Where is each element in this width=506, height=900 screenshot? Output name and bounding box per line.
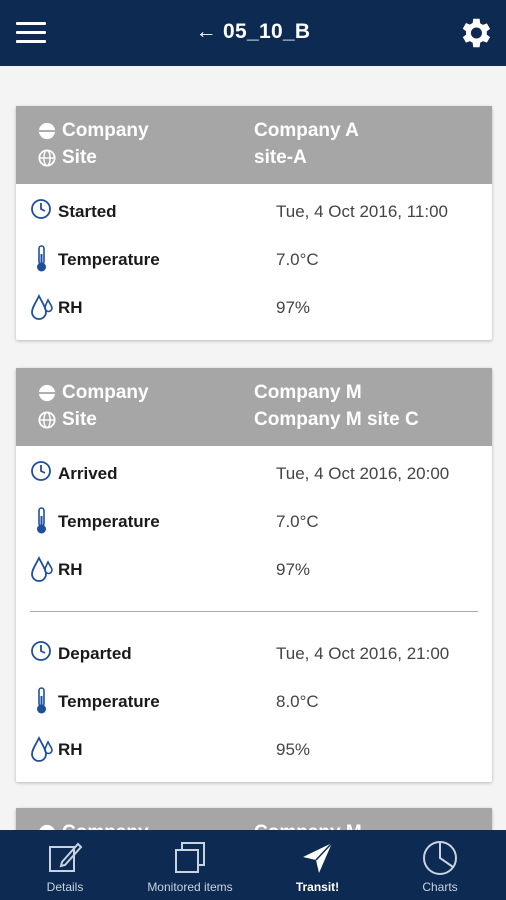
clock-icon	[31, 199, 51, 219]
site-value: site-A	[254, 147, 307, 168]
thermometer-icon	[37, 507, 46, 534]
globe-icon	[38, 149, 56, 167]
company-label: Company	[62, 382, 149, 403]
temperature-row: Temperature 7.0°C	[30, 244, 492, 274]
rh-row: RH 97%	[30, 292, 492, 322]
card-header: Company Site Company A site-A	[16, 106, 492, 184]
event-label: Arrived	[58, 464, 118, 483]
event-label: Departed	[58, 644, 132, 663]
site-card: Company Site Company A site-A Started Tu…	[16, 106, 492, 340]
card-header: Company Site Company M Company M site C	[16, 368, 492, 446]
company-value: Company M	[254, 820, 362, 830]
send-icon	[302, 842, 333, 873]
tab-monitored-items-label: Monitored items	[147, 880, 233, 894]
temperature-label: Temperature	[58, 250, 160, 269]
event-value: Tue, 4 Oct 2016, 21:00	[276, 644, 450, 663]
tab-charts[interactable]: Charts	[395, 830, 485, 900]
rh-label: RH	[58, 560, 83, 579]
clock-icon	[31, 641, 51, 661]
rh-value: 97%	[276, 298, 311, 317]
site-value: Company M site C	[254, 409, 419, 430]
rh-row: RH 97%	[30, 554, 492, 584]
humidity-icon	[31, 735, 53, 762]
rh-label: RH	[58, 298, 83, 317]
tab-charts-label: Charts	[422, 880, 458, 894]
tab-details-label: Details	[46, 880, 84, 894]
temperature-row: Temperature 8.0°C	[30, 686, 492, 716]
rh-label: RH	[58, 740, 83, 759]
company-label: Company	[62, 120, 149, 141]
thermometer-icon	[37, 687, 46, 714]
event-row: Started Tue, 4 Oct 2016, 11:00	[30, 196, 492, 226]
temperature-value: 7.0°C	[276, 512, 319, 531]
site-card: Company Company M	[16, 808, 492, 830]
edit-icon	[49, 842, 83, 872]
event-row: Arrived Tue, 4 Oct 2016, 20:00	[30, 458, 492, 488]
tab-details[interactable]: Details	[20, 830, 110, 900]
site-card: Company Site Company M Company M site C …	[16, 368, 492, 782]
tab-monitored-items[interactable]: Monitored items	[130, 830, 250, 900]
copy-icon	[175, 842, 205, 873]
rh-value: 95%	[276, 740, 311, 759]
thermometer-icon	[37, 245, 46, 272]
top-app-bar: ← 05_10_B	[0, 0, 506, 66]
pie-chart-icon	[423, 841, 457, 875]
company-icon	[38, 384, 56, 402]
temperature-row: Temperature 7.0°C	[30, 506, 492, 536]
temperature-value: 8.0°C	[276, 692, 319, 711]
company-label: Company	[62, 822, 149, 830]
rh-value: 97%	[276, 560, 311, 579]
tab-transit-label: Transit!	[295, 880, 340, 894]
rh-row: RH 95%	[30, 734, 492, 764]
gear-icon[interactable]	[456, 14, 494, 52]
temperature-label: Temperature	[58, 692, 160, 711]
company-icon	[38, 122, 56, 140]
event-value: Tue, 4 Oct 2016, 11:00	[276, 202, 449, 221]
clock-icon	[31, 461, 51, 481]
globe-icon	[38, 411, 56, 429]
site-label: Site	[62, 409, 97, 430]
event-label: Started	[58, 202, 117, 221]
event-value: Tue, 4 Oct 2016, 20:00	[276, 464, 450, 483]
event-row: Departed Tue, 4 Oct 2016, 21:00	[30, 638, 492, 668]
company-value: Company A	[254, 120, 359, 141]
humidity-icon	[31, 293, 53, 320]
event-divider	[30, 611, 478, 612]
page-title[interactable]: ← 05_10_B	[0, 20, 506, 44]
tab-transit[interactable]: Transit!	[270, 830, 365, 900]
temperature-value: 7.0°C	[276, 250, 319, 269]
temperature-label: Temperature	[58, 512, 160, 531]
content-scroll-area[interactable]: Company Site Company A site-A Started Tu…	[0, 66, 506, 830]
card-header: Company Company M	[16, 808, 492, 830]
company-value: Company M	[254, 382, 362, 403]
site-label: Site	[62, 147, 97, 168]
bottom-nav: Details Monitored items Transit! Charts	[0, 830, 506, 900]
humidity-icon	[31, 555, 53, 582]
